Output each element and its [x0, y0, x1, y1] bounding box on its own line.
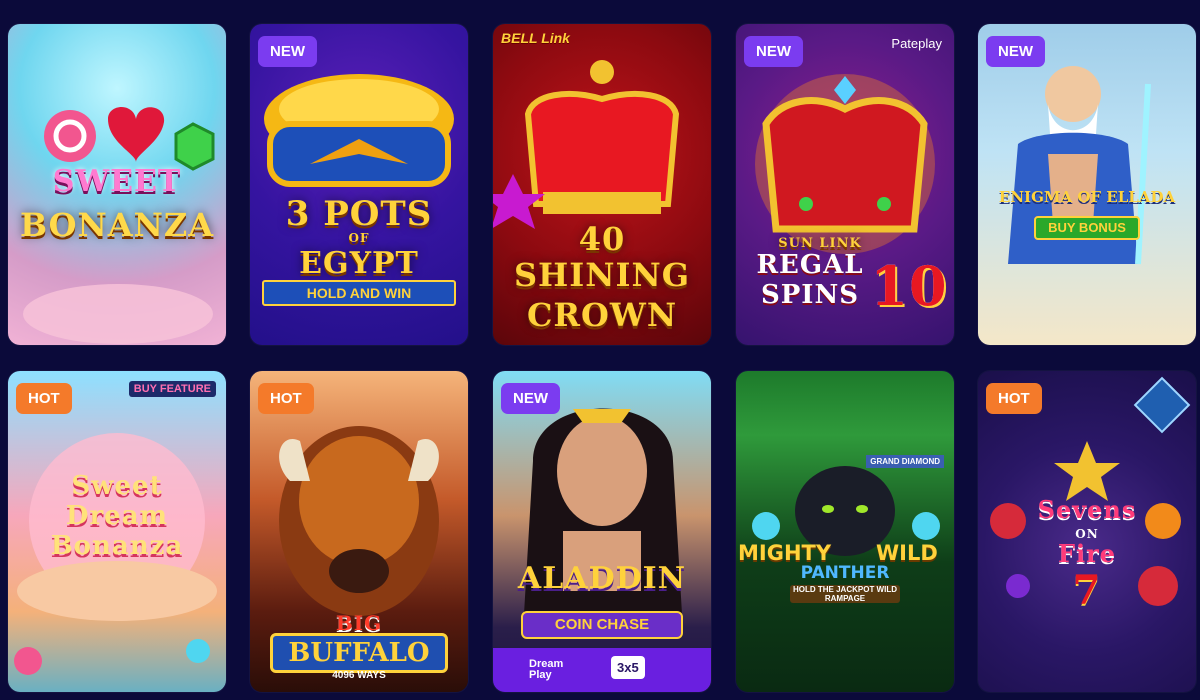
- game-tile-sweet-dream-bonanza[interactable]: HOT BUY FEATURE Sweet Dream Bonanza: [8, 371, 226, 692]
- game-title-line: PANTHER: [800, 563, 890, 583]
- hot-badge: HOT: [16, 383, 72, 414]
- game-title-line: 3 POTS: [285, 194, 433, 234]
- game-title-line: CROWN: [526, 296, 678, 334]
- game-tile-mighty-wild-panther[interactable]: GRAND DIAMOND MIGHTY WILD PANTHER HOLD T…: [736, 371, 954, 692]
- new-badge: NEW: [501, 383, 560, 414]
- game-tile-aladdin-coin-chase[interactable]: NEW ALADDIN COIN CHASE Dream Play 3x5: [493, 371, 711, 692]
- feature-tag: BUY FEATURE: [128, 381, 216, 397]
- game-subtitle: HOLD AND WIN: [262, 280, 456, 306]
- dream-play-label: Dream Play: [529, 658, 564, 681]
- princess-art: [523, 408, 683, 631]
- provider-logo: Pateplay: [891, 36, 942, 51]
- game-title-line: BUFFALO: [270, 633, 448, 673]
- game-title-line: EGYPT: [299, 246, 419, 281]
- feature-tag: GRAND DIAMOND: [866, 455, 944, 468]
- game-tile-sevens-on-fire[interactable]: HOT Sevens ON Fire 7: [978, 371, 1196, 692]
- game-subtitle: 4096 WAYS: [332, 670, 386, 681]
- feature-bar: Dream Play 3x5: [493, 648, 711, 692]
- game-title-line: SWEET: [52, 164, 182, 199]
- game-title-line: 10: [870, 254, 948, 318]
- game-title-line: Fire: [1057, 539, 1117, 568]
- new-badge: NEW: [986, 36, 1045, 67]
- game-tile-40-shining-crown[interactable]: BELL Link 40 SHINING CROWN: [493, 24, 711, 345]
- game-subtitle: BUY BONUS: [1034, 216, 1140, 240]
- game-title-line: WILD: [876, 541, 938, 565]
- game-title-line: REGAL: [756, 250, 864, 280]
- game-tile-enigma-of-ellada[interactable]: NEW ENIGMA OF ELLADA BUY BONUS: [978, 24, 1196, 345]
- game-title-line: SPINS: [760, 280, 860, 310]
- game-title-line: Bonanza: [50, 531, 184, 561]
- game-title-line: SHINING: [513, 256, 691, 294]
- game-subtitle: COIN CHASE: [521, 611, 683, 639]
- seven-symbol: 7: [1072, 567, 1102, 614]
- game-title-line: BIG: [335, 611, 383, 635]
- hot-badge: HOT: [258, 383, 314, 414]
- hot-badge: HOT: [986, 383, 1042, 414]
- game-tile-regal-spins-10[interactable]: NEW Pateplay SUN LINK REGAL SPINS 10: [736, 24, 954, 345]
- game-title-line: Sevens: [1037, 495, 1137, 524]
- provider-logo: BELL Link: [501, 30, 570, 46]
- reels-label: 3x5: [611, 656, 645, 679]
- game-title-line: MIGHTY: [738, 541, 832, 565]
- game-tile-sweet-bonanza[interactable]: SWEET BONANZA: [8, 24, 226, 345]
- new-badge: NEW: [744, 36, 803, 67]
- zeus-art: [1008, 66, 1151, 265]
- new-badge: NEW: [258, 36, 317, 67]
- game-title-line: Sweet: [71, 471, 163, 501]
- game-title-line: OF: [348, 231, 370, 245]
- game-title-line: ENIGMA OF ELLADA: [998, 188, 1176, 206]
- game-title-line: 40: [578, 220, 626, 258]
- game-title-line: ALADDIN: [517, 561, 687, 596]
- game-tile-3-pots-of-egypt[interactable]: NEW 3 POTS OF EGYPT HOLD AND WIN: [250, 24, 468, 345]
- game-tile-big-buffalo[interactable]: HOT BIG BUFFALO 4096 WAYS: [250, 371, 468, 692]
- game-subtitle: HOLD THE JACKPOT WILD RAMPAGE: [790, 585, 900, 603]
- game-title-line: Dream: [65, 501, 169, 531]
- panther-art: [752, 466, 940, 556]
- game-title-line: BONANZA: [19, 206, 215, 244]
- game-title-line: SUN LINK: [778, 236, 862, 251]
